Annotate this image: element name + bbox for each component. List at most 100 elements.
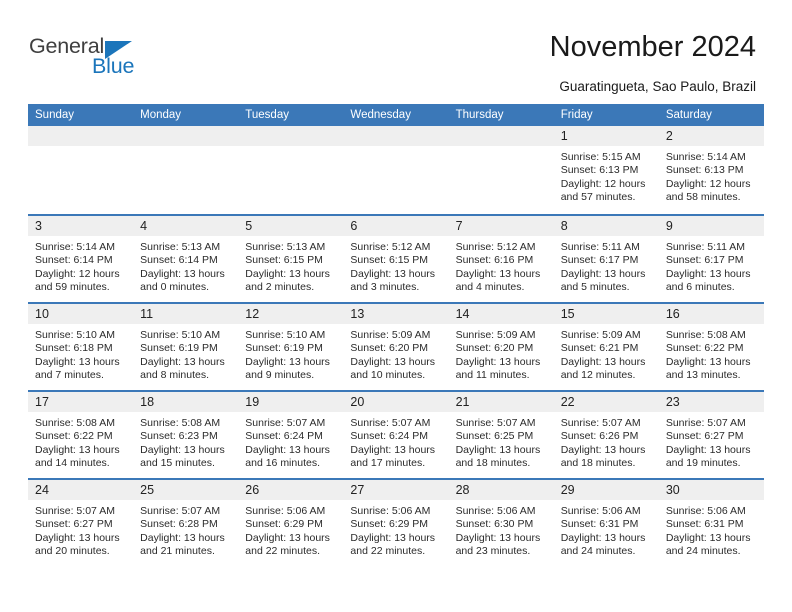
sunrise-text: Sunrise: 5:06 AM (455, 505, 536, 517)
day-number: 7 (455, 219, 463, 233)
daylight-text-line2: and 21 minutes. (140, 545, 215, 558)
day-number: 25 (140, 483, 155, 497)
sunset-text: Sunset: 6:25 PM (455, 430, 534, 443)
daylight-text-line2: and 57 minutes. (560, 191, 636, 204)
sunrise-text: Sunrise: 5:07 AM (350, 417, 431, 429)
day-details: Sunrise: 5:13 AM Sunset: 6:15 PM Daylight:… (238, 236, 343, 295)
sunset-text: Sunset: 6:18 PM (35, 342, 113, 355)
calendar-weeks: 1 Sunrise: 5:15 AM Sunset: 6:13 PM Daylight… (28, 126, 764, 566)
day-details: Sunrise: 5:10 AM Sunset: 6:18 PM Daylight:… (28, 324, 133, 383)
calendar-day-cell[interactable]: 3 Sunrise: 5:14 AM Sunset: 6:14 PM Daylight… (28, 216, 134, 302)
day-number-band: 11 (133, 304, 239, 324)
calendar-week-row: 24 Sunrise: 5:07 AM Sunset: 6:27 PM Dayligh… (28, 478, 764, 566)
day-number-band: 13 (343, 304, 449, 324)
sunset-text: Sunset: 6:28 PM (140, 518, 218, 531)
calendar-day-cell[interactable]: 21 Sunrise: 5:07 AM Sunset: 6:25 PM Dayligh… (448, 392, 554, 478)
calendar-day-cell[interactable]: 29 Sunrise: 5:06 AM Sunset: 6:31 PM Dayligh… (553, 480, 659, 566)
sunset-text: Sunset: 6:16 PM (455, 254, 534, 267)
calendar-day-cell[interactable]: 24 Sunrise: 5:07 AM Sunset: 6:27 PM Dayligh… (28, 480, 134, 566)
calendar-day-cell[interactable]: 1 Sunrise: 5:15 AM Sunset: 6:13 PM Daylight… (553, 126, 659, 214)
calendar-day-cell[interactable]: 17 Sunrise: 5:08 AM Sunset: 6:22 PM Dayligh… (28, 392, 134, 478)
day-number: 15 (560, 307, 575, 321)
daylight-text-line1: Daylight: 13 hours (350, 443, 436, 456)
calendar-day-cell[interactable]: 12 Sunrise: 5:10 AM Sunset: 6:19 PM Dayligh… (238, 304, 344, 390)
calendar-day-cell[interactable]: 7 Sunrise: 5:12 AM Sunset: 6:16 PM Daylight… (448, 216, 554, 302)
calendar-day-cell[interactable]: 25 Sunrise: 5:07 AM Sunset: 6:28 PM Dayligh… (133, 480, 239, 566)
day-details: Sunrise: 5:11 AM Sunset: 6:17 PM Daylight:… (554, 236, 659, 295)
weekday-header-sunday: Sunday (35, 109, 75, 121)
calendar-day-cell[interactable]: 10 Sunrise: 5:10 AM Sunset: 6:18 PM Dayligh… (28, 304, 134, 390)
sunrise-text: Sunrise: 5:08 AM (35, 417, 115, 429)
daylight-text-line2: and 12 minutes. (560, 369, 636, 382)
sunrise-text: Sunrise: 5:10 AM (35, 329, 115, 341)
calendar-day-cell[interactable]: 9 Sunrise: 5:11 AM Sunset: 6:17 PM Daylight… (658, 216, 764, 302)
sunrise-text: Sunrise: 5:06 AM (665, 505, 746, 517)
sunrise-text: Sunrise: 5:06 AM (560, 505, 641, 517)
daylight-text-line2: and 9 minutes. (245, 369, 315, 382)
brand-logo[interactable]: General Blue (29, 35, 169, 84)
sunset-text: Sunset: 6:27 PM (665, 430, 744, 443)
day-number-band: 10 (28, 304, 134, 324)
sunrise-text: Sunrise: 5:07 AM (140, 505, 221, 517)
sunset-text: Sunset: 6:14 PM (35, 254, 113, 267)
daylight-text-line2: and 3 minutes. (350, 281, 420, 294)
calendar-day-cell[interactable]: 20 Sunrise: 5:07 AM Sunset: 6:24 PM Dayligh… (343, 392, 449, 478)
day-number-band (238, 126, 344, 146)
calendar-day-cell[interactable]: 11 Sunrise: 5:10 AM Sunset: 6:19 PM Dayligh… (133, 304, 239, 390)
day-details: Sunrise: 5:07 AM Sunset: 6:27 PM Daylight:… (28, 500, 133, 559)
sunset-text: Sunset: 6:14 PM (140, 254, 218, 267)
calendar-grid: Sunday Monday Tuesday Wednesday Thursday Frid… (28, 104, 764, 566)
daylight-text-line2: and 24 minutes. (665, 545, 741, 558)
weekday-header-tuesday: Tuesday (245, 109, 289, 121)
daylight-text-line2: and 4 minutes. (455, 281, 525, 294)
calendar-day-cell[interactable]: 15 Sunrise: 5:09 AM Sunset: 6:21 PM Dayligh… (553, 304, 659, 390)
day-details: Sunrise: 5:11 AM Sunset: 6:17 PM Daylight:… (659, 236, 764, 295)
day-number-band: 15 (553, 304, 659, 324)
calendar-day-cell[interactable]: 23 Sunrise: 5:07 AM Sunset: 6:27 PM Dayligh… (658, 392, 764, 478)
calendar-day-cell[interactable]: 5 Sunrise: 5:13 AM Sunset: 6:15 PM Daylight… (238, 216, 344, 302)
page-title: November 2024 (549, 31, 756, 63)
calendar-day-cell[interactable]: 30 Sunrise: 5:06 AM Sunset: 6:31 PM Dayligh… (658, 480, 764, 566)
day-number-band: 27 (343, 480, 449, 500)
sunset-text: Sunset: 6:15 PM (245, 254, 323, 267)
daylight-text-line1: Daylight: 12 hours (665, 177, 751, 190)
calendar-day-cell[interactable]: 6 Sunrise: 5:12 AM Sunset: 6:15 PM Daylight… (343, 216, 449, 302)
calendar-day-cell[interactable]: 14 Sunrise: 5:09 AM Sunset: 6:20 PM Dayligh… (448, 304, 554, 390)
day-number: 17 (35, 395, 49, 409)
daylight-text-line1: Daylight: 12 hours (35, 267, 120, 280)
daylight-text-line2: and 14 minutes. (35, 457, 110, 470)
day-details: Sunrise: 5:09 AM Sunset: 6:20 PM Daylight:… (343, 324, 448, 383)
calendar-day-cell[interactable]: 2 Sunrise: 5:14 AM Sunset: 6:13 PM Daylight… (658, 126, 764, 214)
weekday-header-thursday: Thursday (455, 109, 504, 121)
calendar-day-cell[interactable]: 16 Sunrise: 5:08 AM Sunset: 6:22 PM Dayligh… (658, 304, 764, 390)
calendar-day-cell[interactable]: 22 Sunrise: 5:07 AM Sunset: 6:26 PM Dayligh… (553, 392, 659, 478)
calendar-day-cell[interactable]: 28 Sunrise: 5:06 AM Sunset: 6:30 PM Dayligh… (448, 480, 554, 566)
sunset-text: Sunset: 6:19 PM (245, 342, 323, 355)
weekday-header-monday: Monday (140, 109, 182, 121)
calendar-day-cell[interactable]: 4 Sunrise: 5:13 AM Sunset: 6:14 PM Daylight… (133, 216, 239, 302)
calendar-day-cell[interactable]: 13 Sunrise: 5:09 AM Sunset: 6:20 PM Dayligh… (343, 304, 449, 390)
day-details: Sunrise: 5:09 AM Sunset: 6:20 PM Daylight:… (449, 324, 554, 383)
sunrise-text: Sunrise: 5:11 AM (560, 241, 640, 253)
calendar-day-cell[interactable]: 27 Sunrise: 5:06 AM Sunset: 6:29 PM Dayligh… (343, 480, 449, 566)
day-number-band: 3 (28, 216, 134, 236)
sunset-text: Sunset: 6:17 PM (560, 254, 639, 267)
day-details: Sunrise: 5:12 AM Sunset: 6:16 PM Daylight:… (449, 236, 554, 295)
sunrise-text: Sunrise: 5:08 AM (140, 417, 221, 429)
day-number: 12 (245, 307, 260, 321)
day-details: Sunrise: 5:07 AM Sunset: 6:24 PM Daylight:… (238, 412, 343, 471)
daylight-text-line2: and 17 minutes. (350, 457, 426, 470)
sunset-text: Sunset: 6:15 PM (350, 254, 429, 267)
day-details: Sunrise: 5:14 AM Sunset: 6:13 PM Daylight:… (659, 146, 764, 205)
day-number: 10 (35, 307, 49, 321)
day-number: 2 (665, 129, 673, 143)
daylight-text-line2: and 5 minutes. (560, 281, 630, 294)
day-number-band (343, 126, 449, 146)
calendar-day-cell[interactable]: 26 Sunrise: 5:06 AM Sunset: 6:29 PM Dayligh… (238, 480, 344, 566)
daylight-text-line1: Daylight: 13 hours (245, 531, 330, 544)
daylight-text-line1: Daylight: 13 hours (455, 267, 541, 280)
calendar-day-cell[interactable]: 8 Sunrise: 5:11 AM Sunset: 6:17 PM Daylight… (553, 216, 659, 302)
day-number: 28 (455, 483, 470, 497)
calendar-day-cell[interactable]: 18 Sunrise: 5:08 AM Sunset: 6:23 PM Dayligh… (133, 392, 239, 478)
calendar-day-cell[interactable]: 19 Sunrise: 5:07 AM Sunset: 6:24 PM Dayligh… (238, 392, 344, 478)
